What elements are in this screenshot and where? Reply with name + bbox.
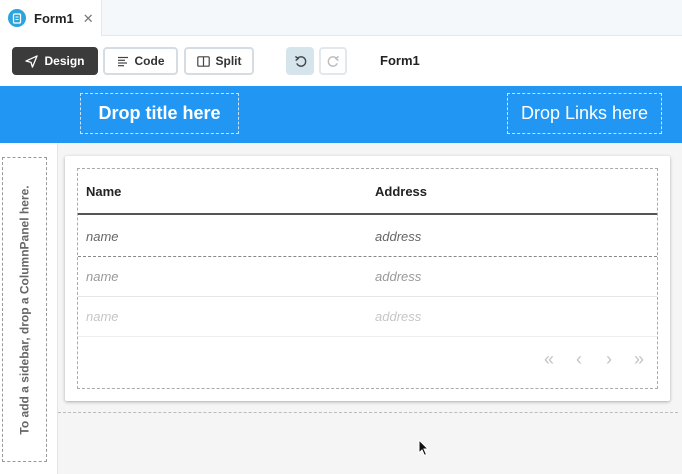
undo-button[interactable] xyxy=(286,47,314,75)
table-row[interactable]: name address xyxy=(78,217,657,257)
sidebar-drop-zone[interactable]: To add a sidebar, drop a ColumnPanel her… xyxy=(2,157,47,462)
address-cell[interactable]: address xyxy=(375,269,421,284)
form-name: Form1 xyxy=(380,53,420,68)
form-header: Drop title here Drop Links here xyxy=(0,86,682,143)
address-cell[interactable]: address xyxy=(375,229,421,244)
title-drop-zone[interactable]: Drop title here xyxy=(80,93,239,134)
links-drop-zone[interactable]: Drop Links here xyxy=(507,93,662,134)
column-header-name[interactable]: Name xyxy=(86,184,121,199)
sidebar-column: To add a sidebar, drop a ColumnPanel her… xyxy=(0,143,58,474)
toolbar: Design Code Split Form1 xyxy=(0,36,682,86)
address-cell[interactable]: address xyxy=(375,309,421,324)
split-button[interactable]: Split xyxy=(184,47,254,75)
tab-bar: Form1 ✕ xyxy=(0,0,682,36)
first-page-icon[interactable]: « xyxy=(541,349,557,370)
split-view-icon xyxy=(196,55,210,67)
mouse-cursor-icon xyxy=(418,439,430,457)
sidebar-placeholder: To add a sidebar, drop a ColumnPanel her… xyxy=(17,184,32,435)
redo-icon xyxy=(327,55,339,67)
form-icon xyxy=(8,9,26,27)
design-button[interactable]: Design xyxy=(12,47,98,75)
next-page-icon[interactable]: › xyxy=(601,349,617,370)
grid-header: Name Address xyxy=(78,169,657,215)
split-label: Split xyxy=(215,54,242,68)
lines-icon xyxy=(117,56,128,66)
send-icon xyxy=(25,54,39,68)
table-row[interactable]: name address xyxy=(78,257,657,297)
undo-icon xyxy=(294,55,306,67)
tab-label: Form1 xyxy=(34,10,74,26)
code-label: Code xyxy=(134,54,165,68)
last-page-icon[interactable]: » xyxy=(631,349,647,370)
redo-button[interactable] xyxy=(319,47,347,75)
name-cell[interactable]: name xyxy=(86,229,119,244)
data-grid-card[interactable]: Name Address name address name address n… xyxy=(65,156,670,401)
grid-pager: « ‹ › » xyxy=(541,349,647,370)
content-panel[interactable]: Name Address name address name address n… xyxy=(58,147,678,413)
design-label: Design xyxy=(44,54,85,68)
column-header-address[interactable]: Address xyxy=(375,184,427,199)
data-grid[interactable]: Name Address name address name address n… xyxy=(77,168,658,389)
form-body: To add a sidebar, drop a ColumnPanel her… xyxy=(0,143,682,474)
tab-form1[interactable]: Form1 ✕ xyxy=(0,0,102,36)
table-row[interactable]: name address xyxy=(78,297,657,337)
previous-page-icon[interactable]: ‹ xyxy=(571,349,587,370)
name-cell[interactable]: name xyxy=(86,309,119,324)
name-cell[interactable]: name xyxy=(86,269,119,284)
close-icon[interactable]: ✕ xyxy=(83,12,94,25)
code-button[interactable]: Code xyxy=(103,47,178,75)
